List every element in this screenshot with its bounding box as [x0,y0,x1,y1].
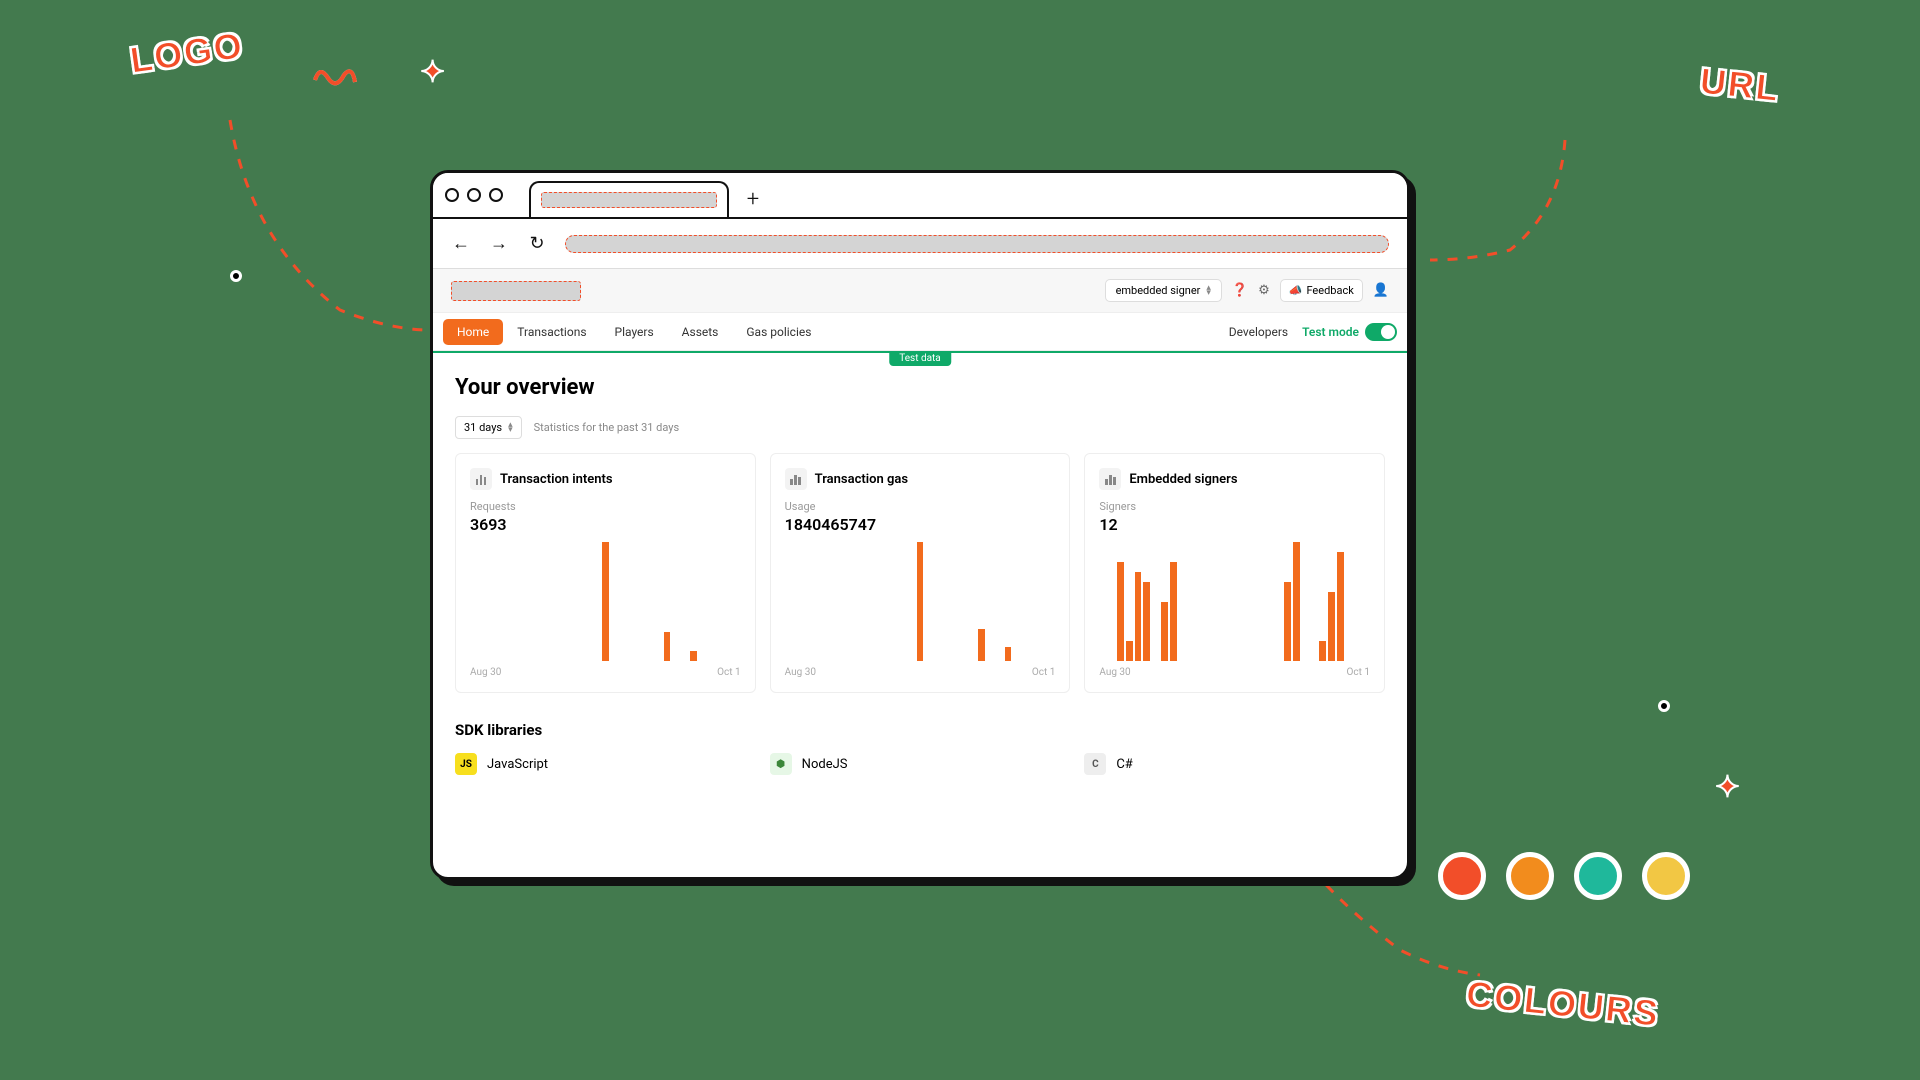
nav-tab-transactions[interactable]: Transactions [503,319,600,345]
url-input-placeholder[interactable] [565,235,1389,253]
card-embedded-signers: Embedded signers Signers 12 Aug 30 Oct 1 [1084,453,1385,693]
test-mode-ribbon: Test data [433,351,1407,353]
browser-window: + ← → ↻ embedded signer ▴▾ ❓ ⚙ 📣 Feedbac… [430,170,1410,880]
connector-url [1430,140,1565,260]
tab-title-placeholder [541,192,717,208]
annotation-logo: LOGO [128,24,247,81]
sdk-item-javascript[interactable]: JS JavaScript [455,753,756,775]
nav-tab-assets[interactable]: Assets [668,319,733,345]
nav-tab-home[interactable]: Home [443,319,503,345]
colour-swatch-2 [1506,852,1554,900]
annotation-url: URL [1698,60,1782,110]
x-axis-end: Oct 1 [717,667,741,678]
user-icon[interactable]: 👤 [1373,283,1389,298]
tab-bar: + [433,173,1407,219]
sdk-item-nodejs[interactable]: ⬢ NodeJS [770,753,1071,775]
main-content: Your overview 31 days ▴▾ Statistics for … [433,357,1407,877]
minimize-window-button[interactable] [467,188,481,202]
feedback-label: Feedback [1306,284,1353,297]
signer-select-label: embedded signer [1116,284,1201,297]
sdk-label: C# [1116,757,1132,772]
sdk-item-csharp[interactable]: C C# [1084,753,1385,775]
card-transaction-gas: Transaction gas Usage 1840465747 Aug 30 … [770,453,1071,693]
logo-placeholder [451,281,581,301]
settings-icon[interactable]: ⚙ [1258,283,1270,298]
date-range-select[interactable]: 31 days ▴▾ [455,416,522,439]
javascript-icon: JS [455,753,477,775]
bar-chart-icon [470,468,492,490]
connector-logo [230,120,430,330]
x-axis-start: Aug 30 [1099,667,1130,678]
date-range-value: 31 days [464,421,502,434]
megaphone-icon: 📣 [1289,284,1303,297]
sparkle-icon: ✦ [1715,770,1740,805]
x-axis-start: Aug 30 [785,667,816,678]
colour-swatch-3 [1574,852,1622,900]
new-tab-button[interactable]: + [735,181,771,217]
x-axis-start: Aug 30 [470,667,501,678]
sdk-label: NodeJS [802,757,848,772]
reload-button[interactable]: ↻ [527,234,547,254]
card-value: 3693 [470,515,741,534]
x-axis-end: Oct 1 [1347,667,1371,678]
sdk-label: JavaScript [487,757,548,772]
card-title: Embedded signers [1129,472,1237,487]
card-subtitle: Requests [470,500,741,513]
squiggle-icon [310,60,360,100]
x-axis-end: Oct 1 [1032,667,1056,678]
window-controls [445,173,523,217]
bar-chart-icon [1099,468,1121,490]
test-data-badge: Test data [889,351,951,366]
developers-link[interactable]: Developers [1229,325,1288,339]
address-bar: ← → ↻ [433,219,1407,269]
close-window-button[interactable] [445,188,459,202]
browser-tab[interactable] [529,181,729,217]
colour-swatches [1438,852,1690,900]
card-subtitle: Usage [785,500,1056,513]
colour-swatch-1 [1438,852,1486,900]
back-button[interactable]: ← [451,234,471,254]
chart-area [785,542,1056,661]
signer-select[interactable]: embedded signer ▴▾ [1105,279,1222,302]
feedback-button[interactable]: 📣 Feedback [1280,279,1363,302]
chart-area [470,542,741,661]
card-title: Transaction gas [815,472,908,487]
card-value: 12 [1099,515,1370,534]
card-subtitle: Signers [1099,500,1370,513]
dot-icon [230,270,242,282]
nav-tabs: Home Transactions Players Assets Gas pol… [433,313,1407,351]
sdk-section-title: SDK libraries [455,721,1385,739]
maximize-window-button[interactable] [489,188,503,202]
date-range-description: Statistics for the past 31 days [534,421,680,434]
toggle-switch[interactable] [1365,323,1397,341]
forward-button[interactable]: → [489,234,509,254]
dot-icon [1658,700,1670,712]
page-title: Your overview [455,375,1385,400]
chevron-updown-icon: ▴▾ [508,423,513,433]
sparkle-icon: ✦ [420,55,445,90]
sdk-row: JS JavaScript ⬢ NodeJS C C# [455,753,1385,775]
nav-tab-players[interactable]: Players [601,319,668,345]
test-mode-label: Test mode [1302,325,1359,339]
nav-tab-gas-policies[interactable]: Gas policies [732,319,825,345]
app-header: embedded signer ▴▾ ❓ ⚙ 📣 Feedback 👤 [433,269,1407,313]
card-value: 1840465747 [785,515,1056,534]
stat-cards: Transaction intents Requests 3693 Aug 30… [455,453,1385,693]
card-transaction-intents: Transaction intents Requests 3693 Aug 30… [455,453,756,693]
chevron-updown-icon: ▴▾ [1206,286,1211,296]
bar-chart-icon [785,468,807,490]
nodejs-icon: ⬢ [770,753,792,775]
chart-area [1099,542,1370,661]
csharp-icon: C [1084,753,1106,775]
card-title: Transaction intents [500,472,613,487]
annotation-colours: COLOURS [1464,973,1661,1035]
colour-swatch-4 [1642,852,1690,900]
test-mode-toggle[interactable]: Test mode [1302,323,1397,341]
help-icon[interactable]: ❓ [1232,283,1248,298]
